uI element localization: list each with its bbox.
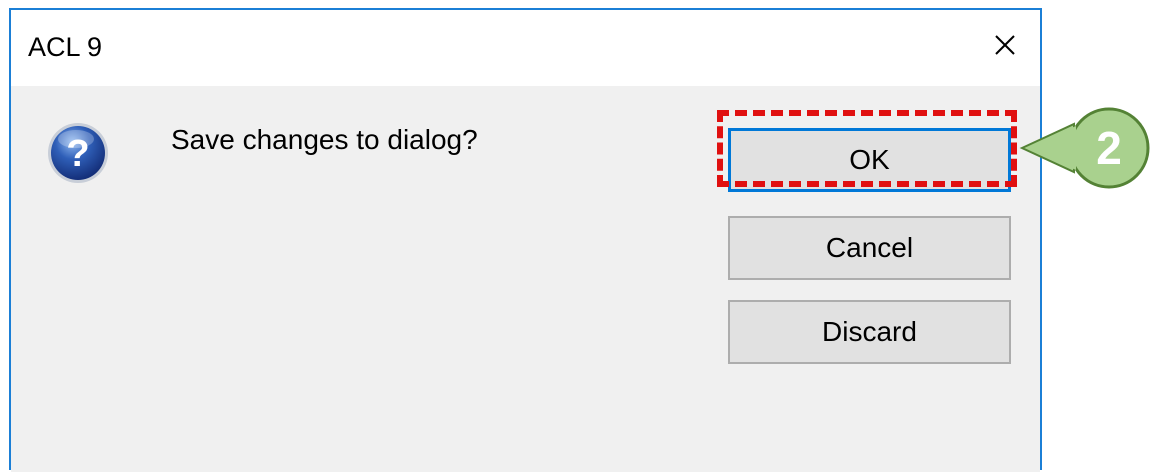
cancel-button[interactable]: Cancel [728, 216, 1011, 280]
close-icon [995, 35, 1015, 55]
window-title: ACL 9 [28, 32, 103, 62]
title-bar: ACL 9 [11, 10, 1040, 86]
dialog-body: ? Save changes to dialog? OK Cancel Disc… [11, 86, 1040, 472]
step-number: 2 [1096, 122, 1122, 174]
question-icon: ? [48, 123, 108, 183]
ok-button[interactable]: OK [728, 128, 1011, 192]
dialog-window: ACL 9 ? Save changes to dialog? OK Cance… [9, 8, 1042, 472]
close-button[interactable] [988, 28, 1022, 62]
dialog-message: Save changes to dialog? [171, 124, 478, 155]
discard-button[interactable]: Discard [728, 300, 1011, 364]
svg-text:?: ? [66, 133, 89, 175]
